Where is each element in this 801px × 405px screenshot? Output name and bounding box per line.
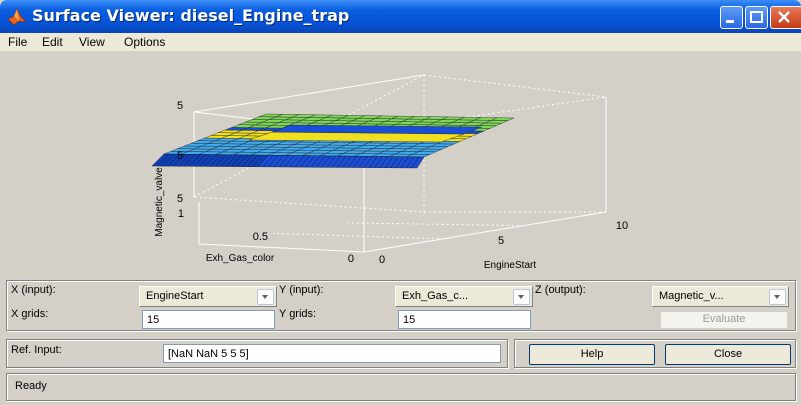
- dropdown-arrow-icon: [769, 289, 786, 305]
- help-label: Help: [580, 348, 604, 360]
- y-tick-label: 0: [348, 253, 354, 265]
- x-input-select[interactable]: EngineStart: [139, 286, 277, 307]
- y-input-label: Y (input):: [279, 284, 324, 296]
- surface-viewer-window: Surface Viewer: diesel_Engine_trap File …: [0, 0, 801, 405]
- x-input-label: X (input):: [11, 284, 56, 296]
- menu-edit[interactable]: Edit: [42, 35, 63, 49]
- close-icon: [778, 11, 790, 23]
- action-button-panel: Help Close: [514, 339, 796, 368]
- close-window-button[interactable]: [770, 6, 801, 29]
- x-tick-label: 0: [379, 254, 385, 266]
- axis-grid-line: [347, 222, 524, 227]
- y-input-select[interactable]: Exh_Gas_c...: [395, 286, 533, 307]
- x-grids-label: X grids:: [11, 308, 49, 320]
- axis-grid-line: [273, 232, 444, 240]
- x-grids-field[interactable]: 15: [142, 310, 275, 329]
- x-tick-label: 10: [616, 220, 628, 232]
- minimize-icon: [726, 20, 734, 23]
- ref-input-value: [NaN NaN 5 5 5]: [168, 348, 249, 360]
- x-grids-value: 15: [147, 314, 160, 326]
- y-grids-field[interactable]: 15: [398, 310, 531, 329]
- y-grids-label: Y grids:: [279, 308, 317, 320]
- window-title: Surface Viewer: diesel_Engine_trap: [32, 6, 350, 25]
- z-tick-label: 5: [177, 193, 183, 205]
- axis-selection-panel: X (input): EngineStart Y (input): Exh_Ga…: [6, 280, 796, 331]
- surface-plot-area[interactable]: 5 5 5 0 5 10 1 0.5 0 Magnetic_valve EngineStart Exh…: [4, 52, 801, 272]
- y-tick-label: 1: [178, 208, 184, 220]
- evaluate-button[interactable]: Evaluate: [660, 311, 788, 329]
- close-button[interactable]: Close: [665, 344, 791, 365]
- maximize-icon: [750, 11, 763, 23]
- z-tick-label: 5: [177, 100, 183, 112]
- close-label: Close: [713, 348, 743, 360]
- dropdown-arrow-icon: [257, 289, 274, 305]
- x-axis-label: EngineStart: [484, 260, 536, 271]
- z-tick-label: 5: [177, 150, 183, 162]
- ref-input-field[interactable]: [NaN NaN 5 5 5]: [163, 344, 501, 363]
- z-axis-label: Magnetic_valve: [154, 167, 165, 237]
- menu-file[interactable]: File: [8, 35, 27, 49]
- y-axis-label: Exh_Gas_color: [206, 253, 275, 264]
- y-tick-label: 0.5: [253, 231, 268, 243]
- menu-view[interactable]: View: [79, 35, 105, 49]
- matlab-logo-icon: [7, 8, 27, 26]
- z-output-value: Magnetic_v...: [659, 290, 724, 302]
- x-tick-label: 5: [498, 235, 504, 247]
- axis-pane-line: [198, 243, 365, 253]
- y-grids-value: 15: [403, 314, 416, 326]
- menu-options[interactable]: Options: [124, 35, 165, 49]
- maximize-button[interactable]: [745, 6, 768, 29]
- z-output-label: Z (output):: [535, 284, 586, 296]
- menu-bar: File Edit View Options: [0, 33, 801, 51]
- ref-input-label: Ref. Input:: [11, 344, 62, 356]
- minimize-button[interactable]: [720, 6, 743, 29]
- status-text: Ready: [15, 380, 47, 392]
- axis-pane-line: [423, 74, 607, 98]
- evaluate-label: Evaluate: [702, 313, 746, 325]
- surface-plot[interactable]: 5 5 5 0 5 10 1 0.5 0 Magnetic_valve EngineStart Exh…: [4, 52, 801, 272]
- status-bar: Ready: [6, 373, 796, 401]
- title-bar: Surface Viewer: diesel_Engine_trap: [0, 0, 801, 33]
- dropdown-arrow-icon: [513, 289, 530, 305]
- axis-pane-line: [363, 211, 607, 253]
- z-output-select[interactable]: Magnetic_v...: [652, 286, 789, 307]
- help-button[interactable]: Help: [529, 344, 655, 365]
- y-input-value: Exh_Gas_c...: [402, 290, 469, 302]
- ref-input-panel: Ref. Input: [NaN NaN 5 5 5]: [6, 339, 508, 368]
- x-input-value: EngineStart: [146, 290, 204, 302]
